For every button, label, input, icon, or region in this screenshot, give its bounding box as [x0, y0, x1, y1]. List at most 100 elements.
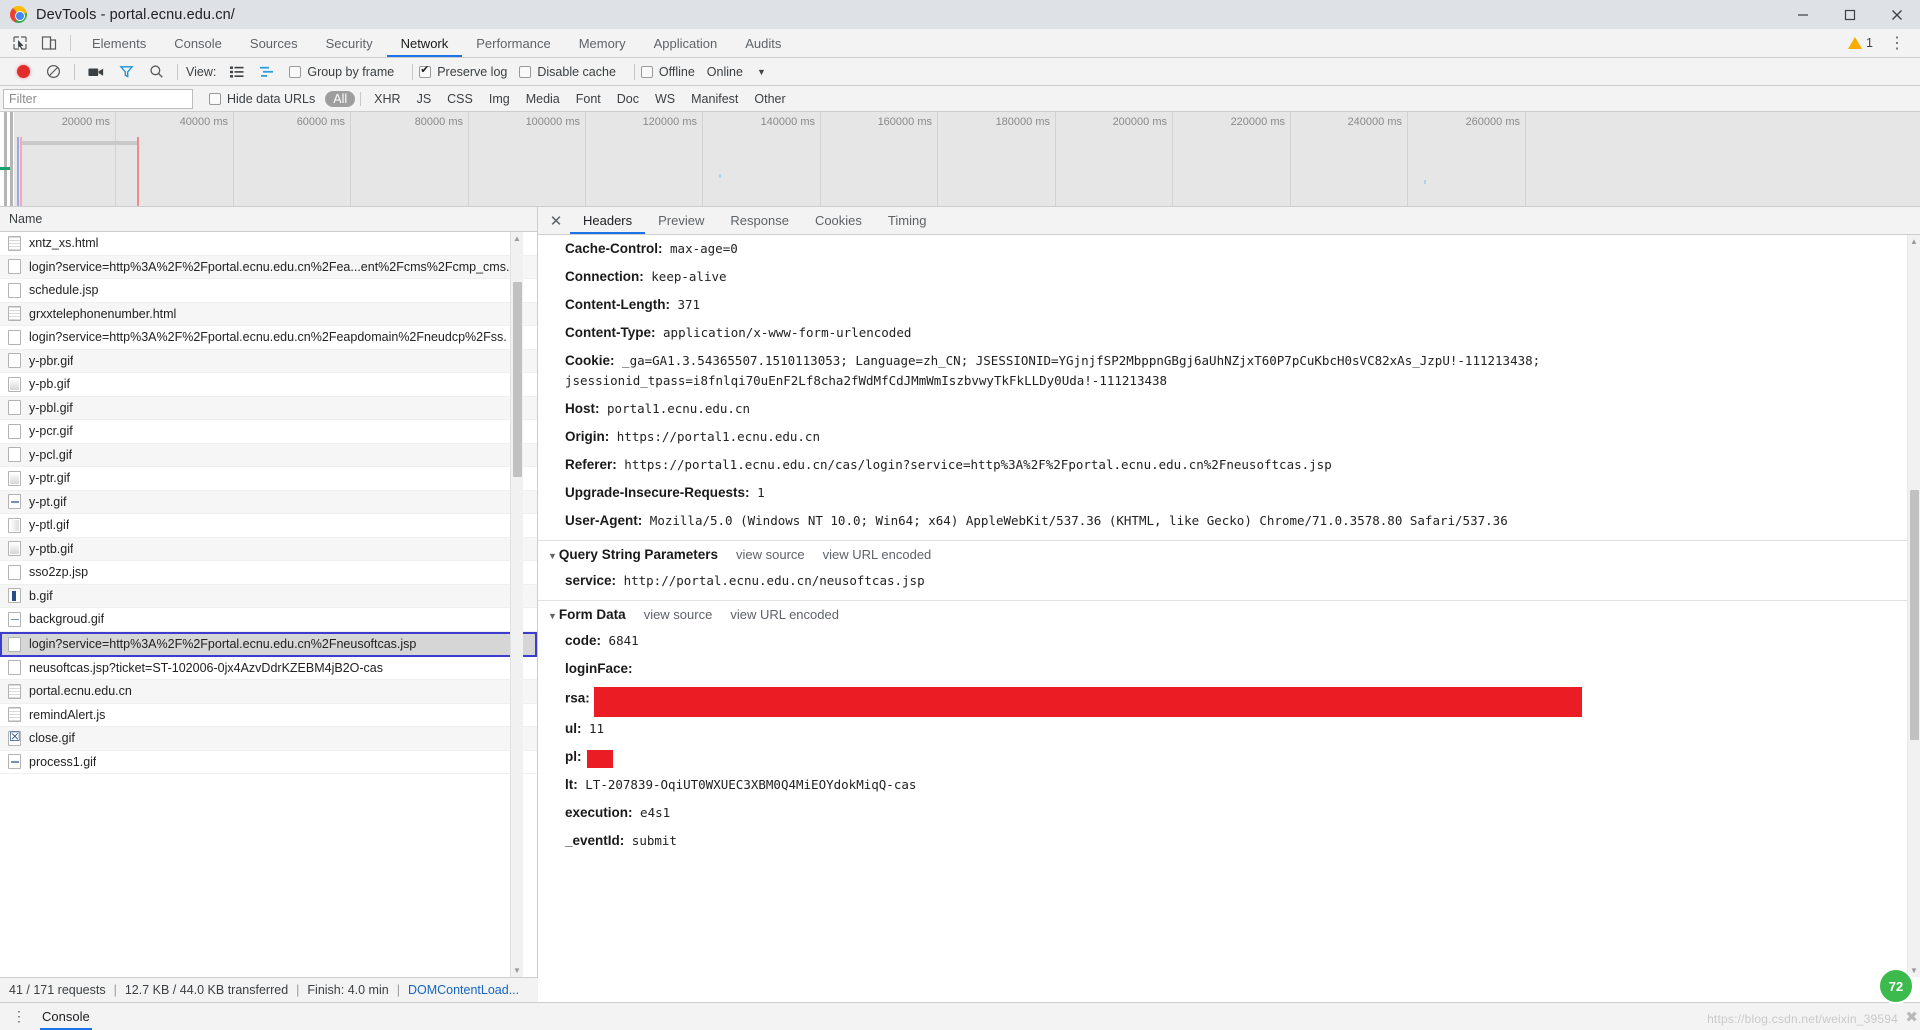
query-view-url-encoded-link[interactable]: view URL encoded — [823, 547, 932, 562]
scroll-up-arrow-icon[interactable]: ▲ — [511, 232, 523, 245]
tab-application[interactable]: Application — [640, 29, 732, 57]
disable-cache-checkbox[interactable] — [519, 65, 532, 78]
table-row[interactable]: y-pt.gif — [0, 490, 537, 514]
table-row[interactable]: y-pbr.gif — [0, 349, 537, 373]
table-row[interactable]: process1.gif — [0, 751, 537, 774]
table-row[interactable]: y-pcr.gif — [0, 420, 537, 444]
request-rows[interactable]: xntz_xs.html login?service=http%3A%2F%2Fp… — [0, 232, 537, 977]
table-row[interactable]: login?service=http%3A%2F%2Fportal.ecnu.e… — [0, 326, 537, 350]
waterfall-view-icon[interactable] — [252, 59, 282, 85]
tab-console[interactable]: Console — [160, 29, 236, 57]
type-filter-img[interactable]: Img — [481, 91, 518, 107]
throttling-select[interactable]: Online ▼ — [707, 65, 766, 79]
form-view-url-encoded-link[interactable]: view URL encoded — [730, 607, 839, 622]
table-row-selected[interactable]: login?service=http%3A%2F%2Fportal.ecnu.e… — [0, 631, 537, 657]
hide-data-urls-checkbox[interactable] — [209, 92, 221, 105]
preserve-log-checkbox[interactable] — [419, 64, 432, 78]
table-row[interactable]: y-ptb.gif — [0, 537, 537, 561]
type-filter-font[interactable]: Font — [568, 91, 609, 107]
tab-performance[interactable]: Performance — [462, 29, 564, 57]
tab-cookies[interactable]: Cookies — [802, 207, 875, 234]
capture-screenshots-icon[interactable] — [81, 59, 111, 85]
tab-network[interactable]: Network — [386, 29, 463, 57]
table-row[interactable]: backgroud.gif — [0, 608, 537, 632]
collapse-triangle-icon[interactable]: ▼ — [548, 551, 557, 561]
tab-timing[interactable]: Timing — [875, 207, 940, 234]
tab-security[interactable]: Security — [312, 29, 387, 57]
table-row[interactable]: close.gif — [0, 727, 537, 751]
overview-resize-grip-right[interactable] — [10, 112, 13, 206]
table-row[interactable]: y-ptr.gif — [0, 467, 537, 491]
tab-elements[interactable]: Elements — [78, 29, 160, 57]
floating-badge[interactable]: 72 — [1878, 968, 1914, 1004]
type-filter-manifest[interactable]: Manifest — [683, 91, 746, 107]
type-filter-ws[interactable]: WS — [647, 91, 683, 107]
network-overview-timeline[interactable]: 20000 ms 40000 ms 60000 ms 80000 ms 100000 m… — [0, 112, 1920, 207]
type-filter-js[interactable]: JS — [409, 91, 440, 107]
type-filter-other[interactable]: Other — [746, 91, 793, 107]
query-string-section-header[interactable]: ▼ Query String Parameters view source vie… — [538, 541, 1920, 567]
form-data-section-header[interactable]: ▼ Form Data view source view URL encoded — [538, 601, 1920, 627]
scroll-down-arrow-icon[interactable]: ▼ — [511, 964, 523, 977]
close-button[interactable] — [1873, 0, 1920, 29]
table-row[interactable]: y-pcl.gif — [0, 443, 537, 467]
group-by-frame-checkbox[interactable] — [289, 65, 302, 78]
group-by-frame-option[interactable]: Group by frame — [289, 65, 394, 79]
badge-close-icon[interactable]: ✖ — [1905, 1008, 1918, 1026]
tab-memory[interactable]: Memory — [565, 29, 640, 57]
table-row[interactable]: schedule.jsp — [0, 279, 537, 303]
table-row[interactable]: y-ptl.gif — [0, 514, 537, 538]
tab-audits[interactable]: Audits — [731, 29, 795, 57]
list-view-icon[interactable] — [222, 59, 252, 85]
detail-pane-scrollbar[interactable]: ▲ ▼ — [1907, 235, 1920, 977]
form-view-source-link[interactable]: view source — [644, 607, 713, 622]
table-row[interactable]: b.gif — [0, 584, 537, 608]
table-row[interactable]: neusoftcas.jsp?ticket=ST-102006-0jx4AzvD… — [0, 657, 537, 680]
table-row[interactable]: grxxtelephonenumber.html — [0, 302, 537, 326]
table-row[interactable]: xntz_xs.html — [0, 232, 537, 256]
type-filter-all[interactable]: All — [325, 90, 356, 107]
more-options-icon[interactable]: ⋮ — [1883, 33, 1912, 53]
collapse-triangle-icon[interactable]: ▼ — [548, 611, 557, 621]
offline-checkbox[interactable] — [640, 65, 653, 78]
minimize-button[interactable] — [1779, 0, 1826, 29]
disable-cache-option[interactable]: Disable cache — [519, 65, 616, 79]
scrollbar-thumb[interactable] — [1910, 490, 1919, 740]
scrollbar-thumb[interactable] — [513, 282, 522, 477]
type-filter-css[interactable]: CSS — [439, 91, 481, 107]
tab-preview[interactable]: Preview — [645, 207, 717, 234]
scroll-up-arrow-icon[interactable]: ▲ — [1908, 235, 1920, 248]
table-row[interactable]: portal.ecnu.edu.cn — [0, 680, 537, 704]
table-row[interactable]: y-pb.gif — [0, 373, 537, 397]
drawer-menu-icon[interactable]: ⋮ — [6, 1008, 32, 1025]
chevron-down-icon[interactable]: ▼ — [757, 67, 766, 77]
inspect-element-icon[interactable] — [5, 29, 34, 57]
close-detail-icon[interactable]: ✕ — [542, 207, 570, 234]
clear-button[interactable] — [38, 59, 68, 85]
offline-option[interactable]: Offline — [640, 65, 695, 79]
table-row[interactable]: remindAlert.js — [0, 704, 537, 727]
request-list-header[interactable]: Name — [0, 207, 537, 232]
device-toolbar-icon[interactable] — [34, 29, 63, 57]
maximize-button[interactable] — [1826, 0, 1873, 29]
filter-icon[interactable] — [111, 59, 141, 85]
tab-sources[interactable]: Sources — [236, 29, 312, 57]
overview-resize-grip-left[interactable] — [4, 112, 7, 206]
table-row[interactable]: sso2zp.jsp — [0, 561, 537, 585]
search-icon[interactable] — [141, 59, 171, 85]
type-filter-doc[interactable]: Doc — [609, 91, 647, 107]
drawer-tab-console[interactable]: Console — [32, 1003, 100, 1030]
table-row[interactable]: y-pbl.gif — [0, 396, 537, 420]
type-filter-xhr[interactable]: XHR — [366, 91, 408, 107]
filter-input[interactable] — [3, 88, 193, 109]
request-list-scrollbar[interactable]: ▲ ▼ — [510, 232, 523, 977]
type-filter-media[interactable]: Media — [518, 91, 568, 107]
table-row[interactable]: login?service=http%3A%2F%2Fportal.ecnu.e… — [0, 255, 537, 279]
warning-counter[interactable]: 1 — [1848, 36, 1873, 50]
preserve-log-option[interactable]: Preserve log — [419, 64, 507, 79]
record-button[interactable] — [8, 59, 38, 85]
tab-response[interactable]: Response — [717, 207, 802, 234]
hide-data-urls-option[interactable]: Hide data URLs — [209, 92, 315, 106]
tab-headers[interactable]: Headers — [570, 207, 646, 234]
query-view-source-link[interactable]: view source — [736, 547, 805, 562]
